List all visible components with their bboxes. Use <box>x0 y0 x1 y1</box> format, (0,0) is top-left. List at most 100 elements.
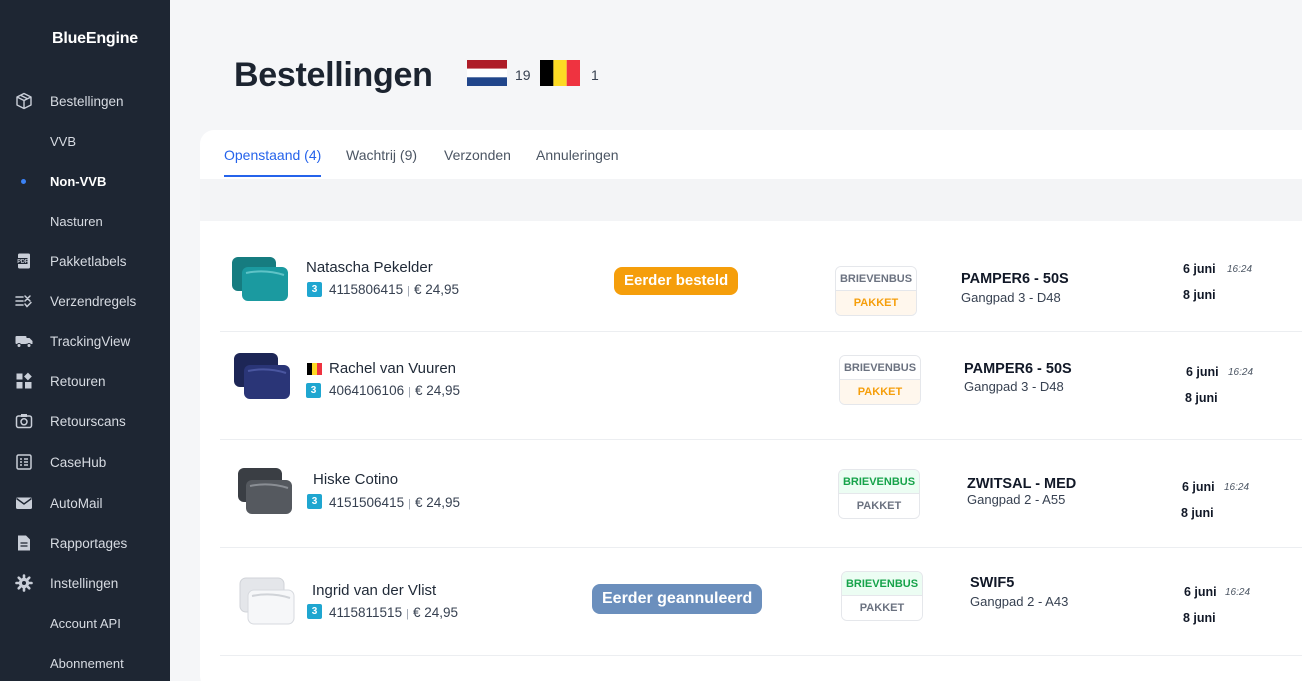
customer-name[interactable]: Natascha Pekelder <box>306 259 433 276</box>
order-date: 6 juni <box>1183 262 1216 276</box>
sidebar-item-label: Nasturen <box>50 214 103 229</box>
sidebar-item-non-vvb[interactable]: Non-VVB <box>0 166 170 196</box>
warehouse-location: Gangpad 3 - D48 <box>964 379 1064 394</box>
order-time: 16:24 <box>1227 264 1253 275</box>
sidebar-item-label: Retourscans <box>50 414 126 429</box>
separator: | <box>408 386 411 398</box>
svg-text:PDF: PDF <box>17 259 29 265</box>
order-price: € 24,95 <box>414 383 460 398</box>
order-number[interactable]: 4115806415 <box>329 282 403 297</box>
sidebar-item-bestellingen[interactable]: Bestellingen <box>0 86 170 116</box>
sidebar-item-label: Verzendregels <box>50 294 137 309</box>
customer-name[interactable]: Ingrid van der Vlist <box>312 582 436 599</box>
sidebar-item-casehub[interactable]: CaseHub <box>0 447 170 477</box>
shipping-option-pakket[interactable]: PAKKET <box>839 494 919 518</box>
sidebar-item-automail[interactable]: AutoMail <box>0 488 170 518</box>
sidebar-item-label: AutoMail <box>50 496 103 511</box>
customer-name[interactable]: Rachel van Vuuren <box>329 360 456 377</box>
shipping-method-selector[interactable]: BRIEVENBUS PAKKET <box>839 355 921 405</box>
shipping-option-pakket[interactable]: PAKKET <box>842 596 922 620</box>
sidebar-item-vvb[interactable]: VVB <box>0 126 170 156</box>
order-date: 6 juni <box>1184 585 1217 599</box>
filter-band <box>200 179 1302 221</box>
casehub-icon <box>16 454 32 470</box>
tab-openstaand[interactable]: Openstaand (4) <box>224 147 322 177</box>
sidebar-item-pakketlabels[interactable]: PDF Pakketlabels <box>0 246 170 276</box>
delivery-date: 8 juni <box>1181 506 1214 520</box>
shipping-option-pakket[interactable]: PAKKET <box>840 380 920 404</box>
status-badge: Eerder geannuleerd <box>592 584 763 614</box>
order-date: 6 juni <box>1182 480 1215 494</box>
sidebar-item-account-api[interactable]: Account API <box>0 608 170 638</box>
order-number[interactable]: 4115811515 <box>329 605 402 620</box>
sidebar-item-label: Bestellingen <box>50 94 124 109</box>
page-title: Bestellingen <box>234 56 433 94</box>
shipping-option-brievenbus[interactable]: BRIEVENBUS <box>836 267 916 291</box>
box-icon <box>16 92 32 110</box>
sidebar-item-rapportages[interactable]: Rapportages <box>0 528 170 558</box>
be-flag-icon[interactable] <box>540 60 580 86</box>
order-number[interactable]: 4151506415 <box>329 495 404 510</box>
quantity-badge: 3 <box>307 494 322 509</box>
product-image <box>239 577 295 625</box>
shipping-option-pakket[interactable]: PAKKET <box>836 291 916 315</box>
order-price: € 24,95 <box>412 605 458 620</box>
gear-icon <box>15 574 33 592</box>
sidebar-item-nasturen[interactable]: Nasturen <box>0 206 170 236</box>
tab-wachtrij[interactable]: Wachtrij (9) <box>346 147 417 175</box>
sidebar-item-retouren[interactable]: Retouren <box>0 366 170 396</box>
report-icon <box>18 535 30 551</box>
active-indicator <box>21 179 26 184</box>
warehouse-location: Gangpad 2 - A55 <box>967 492 1066 507</box>
shipping-option-brievenbus[interactable]: BRIEVENBUS <box>839 470 919 494</box>
mail-icon <box>16 497 32 509</box>
shipping-method-selector[interactable]: BRIEVENBUS PAKKET <box>841 571 923 621</box>
orders-card: Openstaand (4) Wachtrij (9) Verzonden An… <box>200 130 1302 681</box>
table-row[interactable]: Hiske Cotino 3 4151506415 | € 24,95 BRIEVE… <box>220 440 1302 548</box>
shipping-option-brievenbus[interactable]: BRIEVENBUS <box>840 356 920 380</box>
quantity-badge: 3 <box>307 604 322 619</box>
order-time: 16:24 <box>1228 367 1254 378</box>
order-number[interactable]: 4064106106 <box>329 383 404 398</box>
warehouse-location: Gangpad 2 - A43 <box>970 594 1069 609</box>
sidebar-item-label: Pakketlabels <box>50 254 127 269</box>
delivery-date: 8 juni <box>1183 611 1216 625</box>
sidebar-item-abonnement[interactable]: Abonnement <box>0 648 170 678</box>
shipping-option-brievenbus[interactable]: BRIEVENBUS <box>842 572 922 596</box>
table-row[interactable]: Natascha Pekelder 3 4115806415 | € 24,95 E… <box>220 221 1302 332</box>
tab-verzonden[interactable]: Verzonden <box>444 147 511 175</box>
sidebar-item-label: CaseHub <box>50 455 107 470</box>
nl-flag-icon[interactable] <box>467 60 507 86</box>
status-badge: Eerder besteld <box>614 267 739 295</box>
table-row[interactable]: Rachel van Vuuren 3 4064106106 | € 24,95 B… <box>220 332 1302 440</box>
order-time: 16:24 <box>1224 482 1250 493</box>
shipping-method-selector[interactable]: BRIEVENBUS PAKKET <box>838 469 920 519</box>
shipping-method-selector[interactable]: BRIEVENBUS PAKKET <box>835 266 917 316</box>
truck-icon <box>15 336 33 348</box>
sidebar-item-label: Account API <box>50 616 121 631</box>
tab-annuleringen[interactable]: Annuleringen <box>536 147 619 175</box>
sidebar-item-label: Abonnement <box>50 656 124 671</box>
product-image <box>232 257 288 301</box>
order-date: 6 juni <box>1186 365 1219 379</box>
order-meta: 4115806415 | € 24,95 <box>329 282 459 297</box>
separator: | <box>407 285 410 297</box>
order-time: 16:24 <box>1225 587 1251 598</box>
sidebar-item-retourscans[interactable]: Retourscans <box>0 406 170 436</box>
customer-name[interactable]: Hiske Cotino <box>313 471 398 488</box>
sidebar-item-label: Rapportages <box>50 536 128 551</box>
table-row[interactable]: Ingrid van der Vlist 3 4115811515 | € 24,9… <box>220 548 1302 656</box>
sidebar-item-instellingen[interactable]: Instellingen <box>0 568 170 598</box>
warehouse-location: Gangpad 3 - D48 <box>961 290 1061 305</box>
product-image <box>234 353 290 399</box>
sidebar: BlueEngine Bestellingen VVB Non-VVB Nast… <box>0 0 170 681</box>
quantity-badge: 3 <box>306 383 321 398</box>
sidebar-item-trackingview[interactable]: TrackingView <box>0 326 170 356</box>
order-meta: 4115811515 | € 24,95 <box>329 605 458 620</box>
product-sku: ZWITSAL - MED <box>967 476 1077 492</box>
sidebar-item-label: Instellingen <box>50 576 119 591</box>
order-price: € 24,95 <box>414 495 460 510</box>
sidebar-item-verzendregels[interactable]: Verzendregels <box>0 286 170 316</box>
sidebar-item-label: VVB <box>50 134 77 149</box>
delivery-date: 8 juni <box>1183 288 1216 302</box>
